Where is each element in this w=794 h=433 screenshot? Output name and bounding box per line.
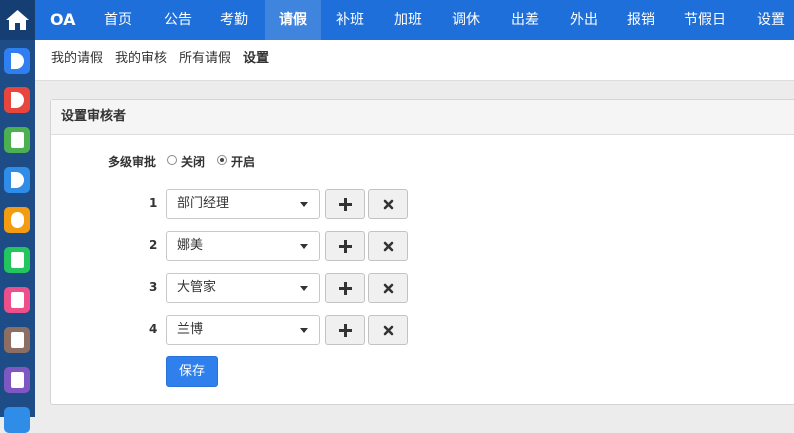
radio-on[interactable] (217, 155, 227, 165)
row-number: 3 (149, 280, 158, 294)
add-approver-button[interactable] (325, 189, 365, 219)
row-number: 2 (149, 238, 158, 252)
select-value: 部门经理 (177, 196, 230, 211)
select-value: 大管家 (177, 280, 217, 295)
top-nav: OA 首页 公告 考勤 请假 补班 加班 调休 出差 外出 报销 节假日 设置 (35, 0, 794, 40)
c-app-icon[interactable] (4, 48, 30, 74)
caret-down-icon (300, 202, 308, 207)
approver-select-3[interactable]: 大管家 (166, 273, 320, 303)
remove-approver-button[interactable] (368, 273, 408, 303)
nav-item-notice[interactable]: 公告 (153, 0, 203, 40)
home-button[interactable] (0, 0, 35, 40)
plus-icon (339, 240, 352, 253)
plus-icon (339, 198, 352, 211)
more-app-icon[interactable] (4, 407, 30, 433)
h-app-icon[interactable] (4, 287, 30, 313)
subnav-my-leave[interactable]: 我的请假 (51, 40, 103, 80)
subnav-settings[interactable]: 设置 (243, 40, 269, 80)
remove-approver-button[interactable] (368, 315, 408, 345)
subnav-all-leave[interactable]: 所有请假 (179, 40, 231, 80)
row-number: 1 (149, 196, 158, 210)
nav-item-makeup[interactable]: 补班 (325, 0, 375, 40)
row-number: 4 (149, 322, 158, 336)
d-app-icon[interactable] (4, 167, 30, 193)
sub-nav: 我的请假 我的审核 所有请假 设置 (35, 40, 794, 81)
f-app-icon[interactable] (4, 367, 30, 393)
save-button[interactable]: 保存 (166, 356, 218, 387)
panel-header: 设置审核者 (51, 100, 794, 135)
app-rail (0, 0, 35, 433)
remove-approver-button[interactable] (368, 189, 408, 219)
approver-select-4[interactable]: 兰博 (166, 315, 320, 345)
multi-level-label: 多级审批 (108, 155, 157, 169)
close-icon (383, 283, 394, 294)
panel-title: 设置审核者 (61, 109, 127, 124)
remove-approver-button[interactable] (368, 231, 408, 261)
caret-down-icon (300, 286, 308, 291)
plus-icon (339, 324, 352, 337)
brand-logo[interactable]: OA (50, 0, 76, 40)
nav-item-overtime[interactable]: 加班 (383, 0, 433, 40)
nav-item-trip[interactable]: 出差 (500, 0, 550, 40)
nav-item-home[interactable]: 首页 (93, 0, 143, 40)
radio-off[interactable] (167, 155, 177, 165)
nav-item-outing[interactable]: 外出 (559, 0, 609, 40)
s-app-icon[interactable] (4, 207, 30, 233)
i-app-icon[interactable] (4, 327, 30, 353)
nav-item-compoff[interactable]: 调休 (441, 0, 491, 40)
add-approver-button[interactable] (325, 273, 365, 303)
caret-down-icon (300, 328, 308, 333)
close-icon (383, 241, 394, 252)
select-value: 兰博 (177, 322, 204, 337)
home-icon (6, 10, 29, 30)
nav-item-settings[interactable]: 设置 (746, 0, 794, 40)
nav-item-attendance[interactable]: 考勤 (209, 0, 259, 40)
p-app-icon[interactable] (4, 127, 30, 153)
add-approver-button[interactable] (325, 231, 365, 261)
t-app-icon[interactable] (4, 247, 30, 273)
select-value: 娜美 (177, 238, 204, 253)
approver-select-1[interactable]: 部门经理 (166, 189, 320, 219)
close-icon (383, 325, 394, 336)
approver-panel: 设置审核者 (50, 99, 794, 405)
radio-on-label[interactable]: 开启 (231, 155, 255, 169)
approver-select-2[interactable]: 娜美 (166, 231, 320, 261)
plus-icon (339, 282, 352, 295)
close-icon (383, 199, 394, 210)
radio-off-label[interactable]: 关闭 (181, 155, 205, 169)
add-approver-button[interactable] (325, 315, 365, 345)
subnav-my-review[interactable]: 我的审核 (115, 40, 167, 80)
nav-item-leave[interactable]: 请假 (265, 0, 321, 40)
nav-item-holidays[interactable]: 节假日 (674, 0, 736, 40)
radio-selected-dot (220, 158, 224, 162)
nav-item-reimburse[interactable]: 报销 (616, 0, 666, 40)
half-circle-app-icon[interactable] (4, 87, 30, 113)
caret-down-icon (300, 244, 308, 249)
